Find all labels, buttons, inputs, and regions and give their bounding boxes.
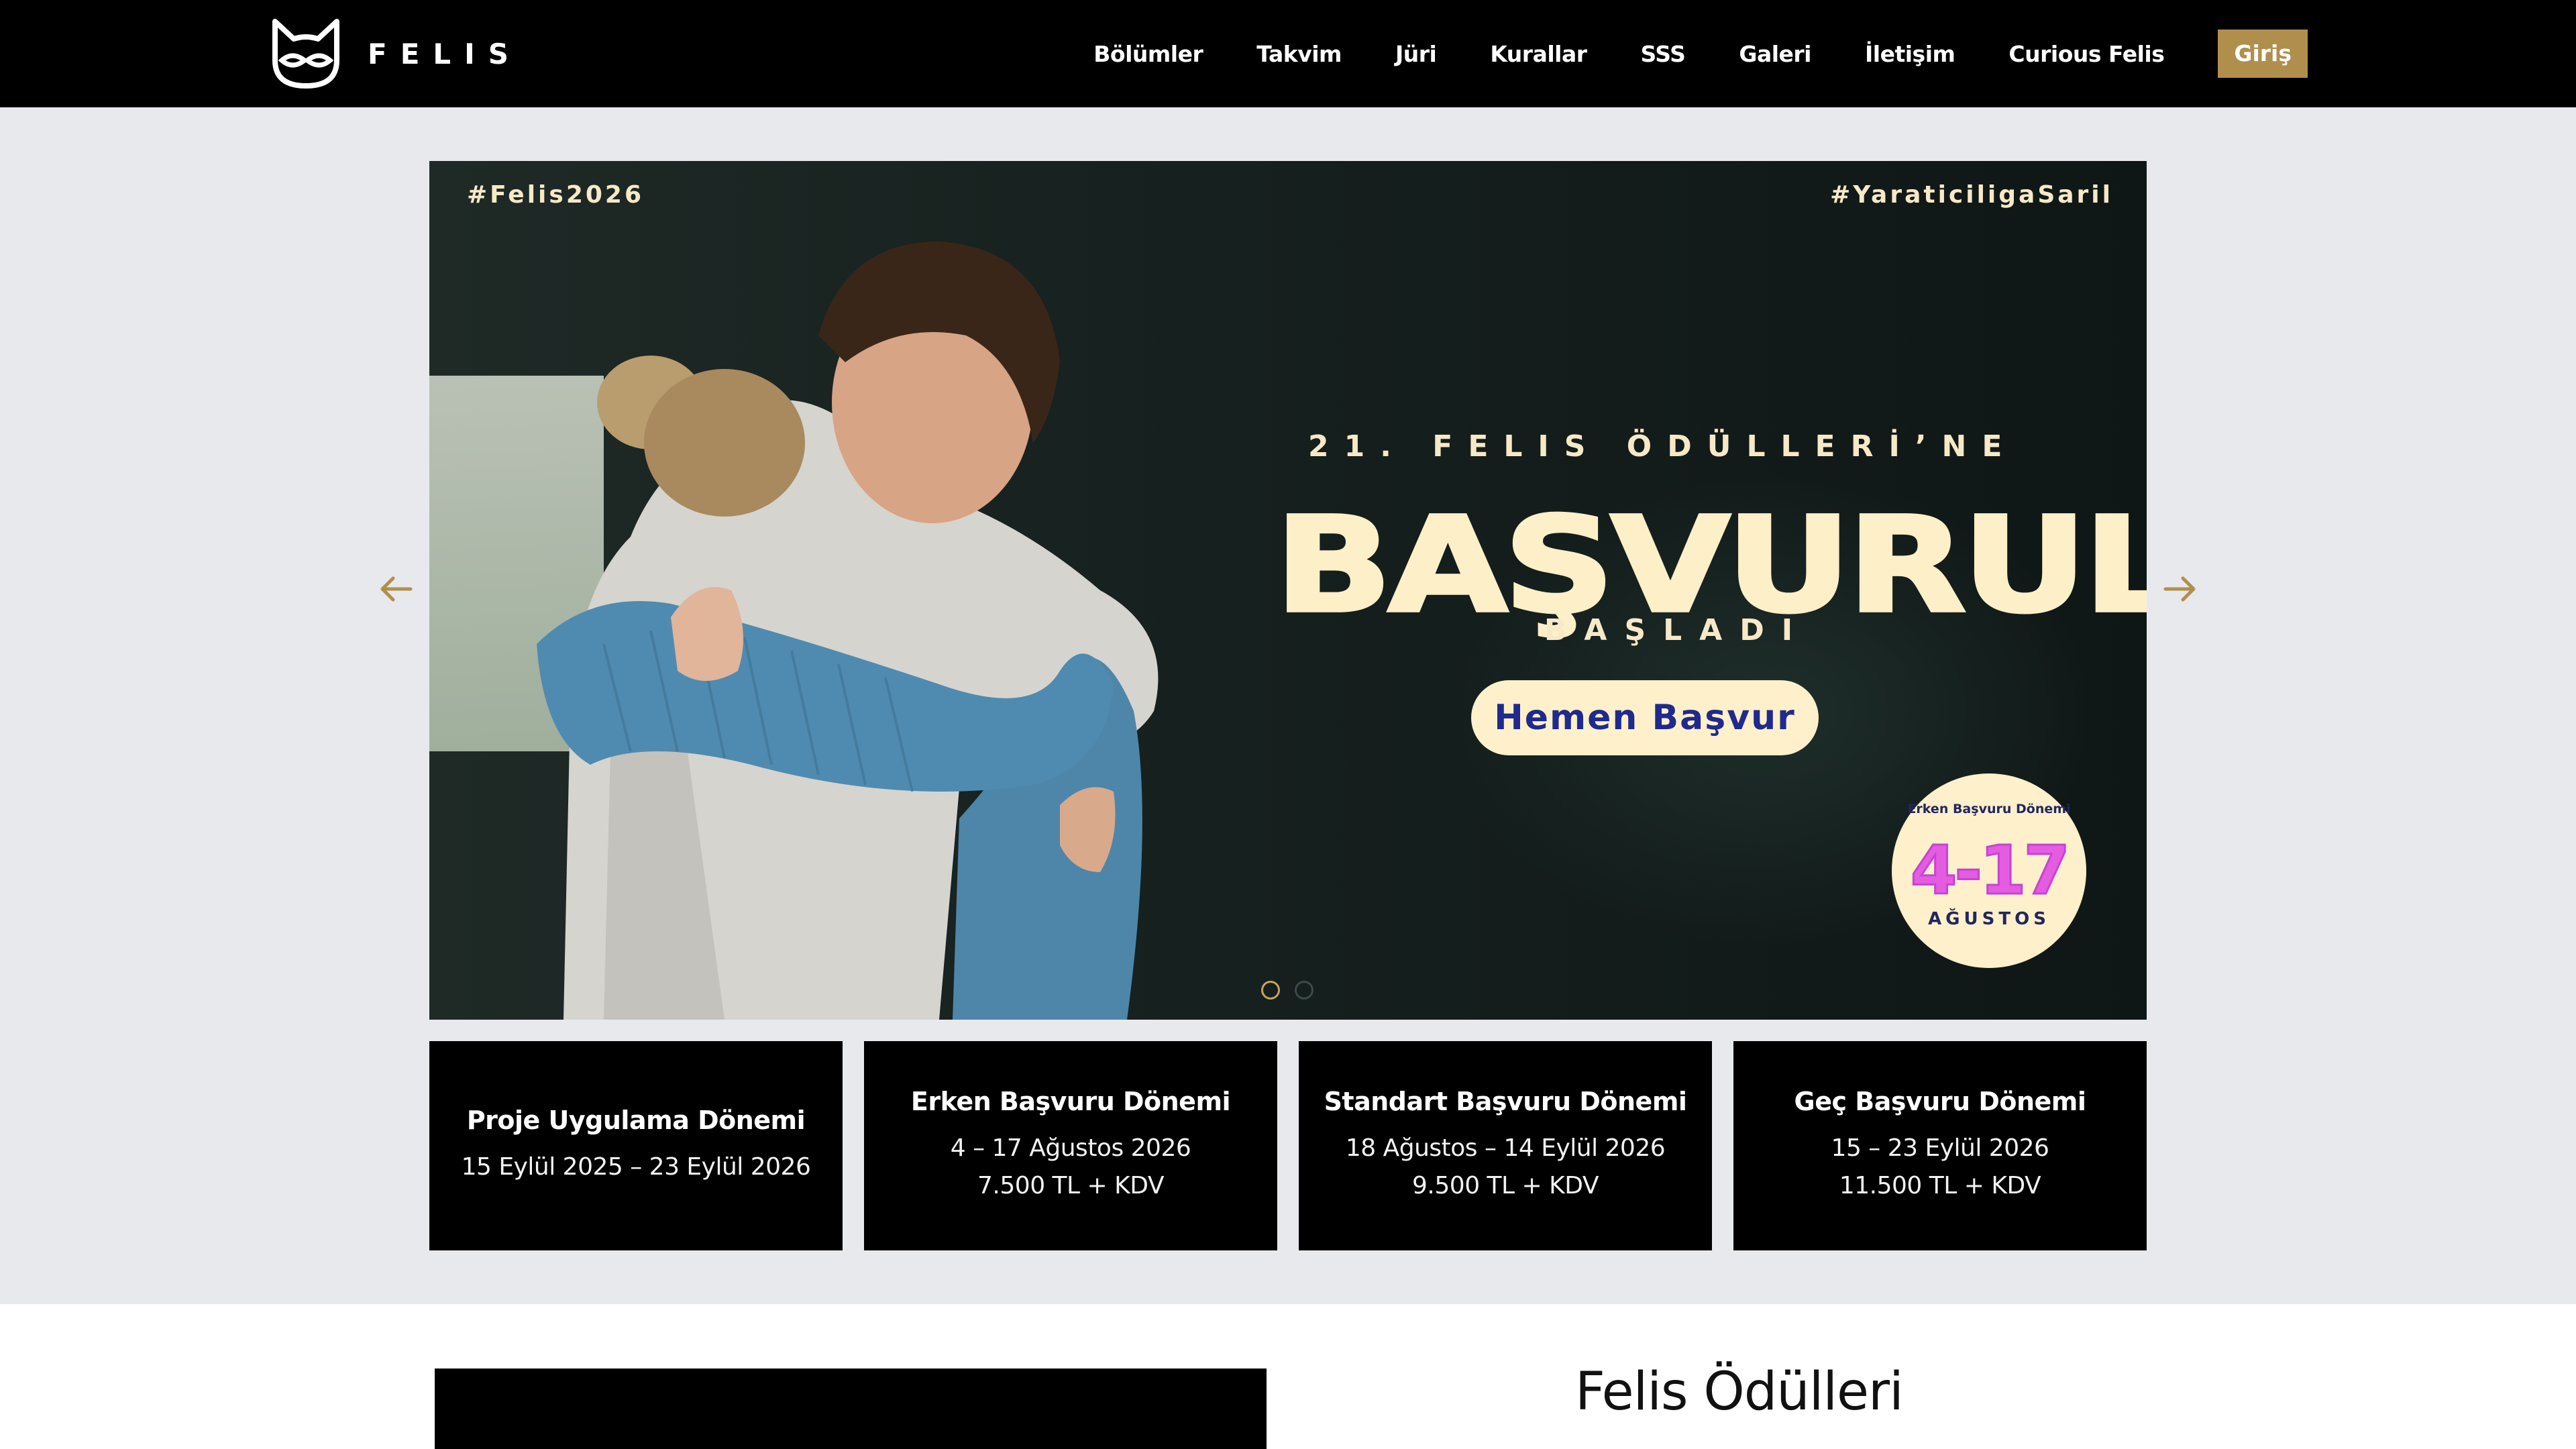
brand-name: FELIS <box>368 37 523 70</box>
badge-date-range: 4-17 <box>1909 830 2071 911</box>
nav-item-bolumler[interactable]: Bölümler <box>1093 41 1203 67</box>
period-card-dates: 18 Ağustos – 14 Eylül 2026 <box>1345 1134 1666 1162</box>
section-title: Felis Ödülleri <box>1575 1362 1904 1422</box>
hero-subtitle: BAŞLADI <box>1544 613 1811 647</box>
period-card: Geç Başvuru Dönemi 15 – 23 Eylül 2026 11… <box>1733 1041 2147 1250</box>
period-card: Standart Başvuru Dönemi 18 Ağustos – 14 … <box>1299 1041 1712 1250</box>
period-card-dates: 15 – 23 Eylül 2026 <box>1831 1134 2049 1162</box>
nav-item-iletisim[interactable]: İletişim <box>1865 41 1955 67</box>
period-card-title: Proje Uygulama Dönemi <box>466 1106 806 1135</box>
arrow-right-icon[interactable] <box>2160 569 2200 609</box>
logo-link[interactable]: FELIS <box>268 16 522 91</box>
nav-item-kurallar[interactable]: Kurallar <box>1490 41 1587 67</box>
period-card: Proje Uygulama Dönemi 15 Eylül 2025 – 23… <box>429 1041 843 1250</box>
site-header: FELIS Bölümler Takvim Jüri Kurallar SSS … <box>0 0 2576 107</box>
period-card-title: Erken Başvuru Dönemi <box>910 1087 1231 1116</box>
hashtag-right: #YaraticiligaSaril <box>1830 181 2113 209</box>
arrow-left-icon[interactable] <box>376 569 416 609</box>
slider-pagination <box>1261 981 1313 1000</box>
period-card-price: 7.500 TL + KDV <box>977 1172 1164 1199</box>
period-card-price: 9.500 TL + KDV <box>1412 1172 1599 1199</box>
hashtag-left: #Felis2026 <box>467 181 645 209</box>
nav-item-sss[interactable]: SSS <box>1641 41 1686 67</box>
early-application-badge: Erken Başvuru Dönemi 4-17 AĞUSTOS <box>1892 773 2086 968</box>
period-card-dates: 15 Eylül 2025 – 23 Eylül 2026 <box>461 1153 811 1181</box>
period-card-title: Standart Başvuru Dönemi <box>1324 1087 1687 1116</box>
nav-item-takvim[interactable]: Takvim <box>1256 41 1342 67</box>
about-section: Felis Ödülleri <box>0 1304 2576 1449</box>
main-nav: Bölümler Takvim Jüri Kurallar SSS Galeri… <box>1040 0 2308 107</box>
nav-item-juri[interactable]: Jüri <box>1395 41 1437 67</box>
application-periods: Proje Uygulama Dönemi 15 Eylül 2025 – 23… <box>429 1041 2147 1250</box>
apply-now-button[interactable]: Hemen Başvur <box>1471 680 1819 755</box>
hero-slider[interactable]: #Felis2026 #YaraticiligaSaril 21. FELIS … <box>429 161 2147 1020</box>
badge-month: AĞUSTOS <box>1928 909 2050 929</box>
period-card-dates: 4 – 17 Ağustos 2026 <box>950 1134 1191 1162</box>
nav-item-curious-felis[interactable]: Curious Felis <box>2008 41 2164 67</box>
felis-cat-logo-icon <box>272 19 339 89</box>
period-card: Erken Başvuru Dönemi 4 – 17 Ağustos 2026… <box>864 1041 1277 1250</box>
period-card-price: 11.500 TL + KDV <box>1839 1172 2041 1199</box>
slider-dot-1[interactable] <box>1261 981 1280 1000</box>
period-card-title: Geç Başvuru Dönemi <box>1794 1087 2086 1116</box>
badge-label: Erken Başvuru Dönemi <box>1907 802 2071 816</box>
nav-item-galeri[interactable]: Galeri <box>1739 41 1811 67</box>
login-button[interactable]: Giriş <box>2218 30 2308 78</box>
video-player[interactable] <box>435 1368 1267 1449</box>
slider-dot-2[interactable] <box>1295 981 1313 1000</box>
hero-kicker: 21. FELIS ÖDÜLLERİ’NE <box>1308 429 2018 464</box>
